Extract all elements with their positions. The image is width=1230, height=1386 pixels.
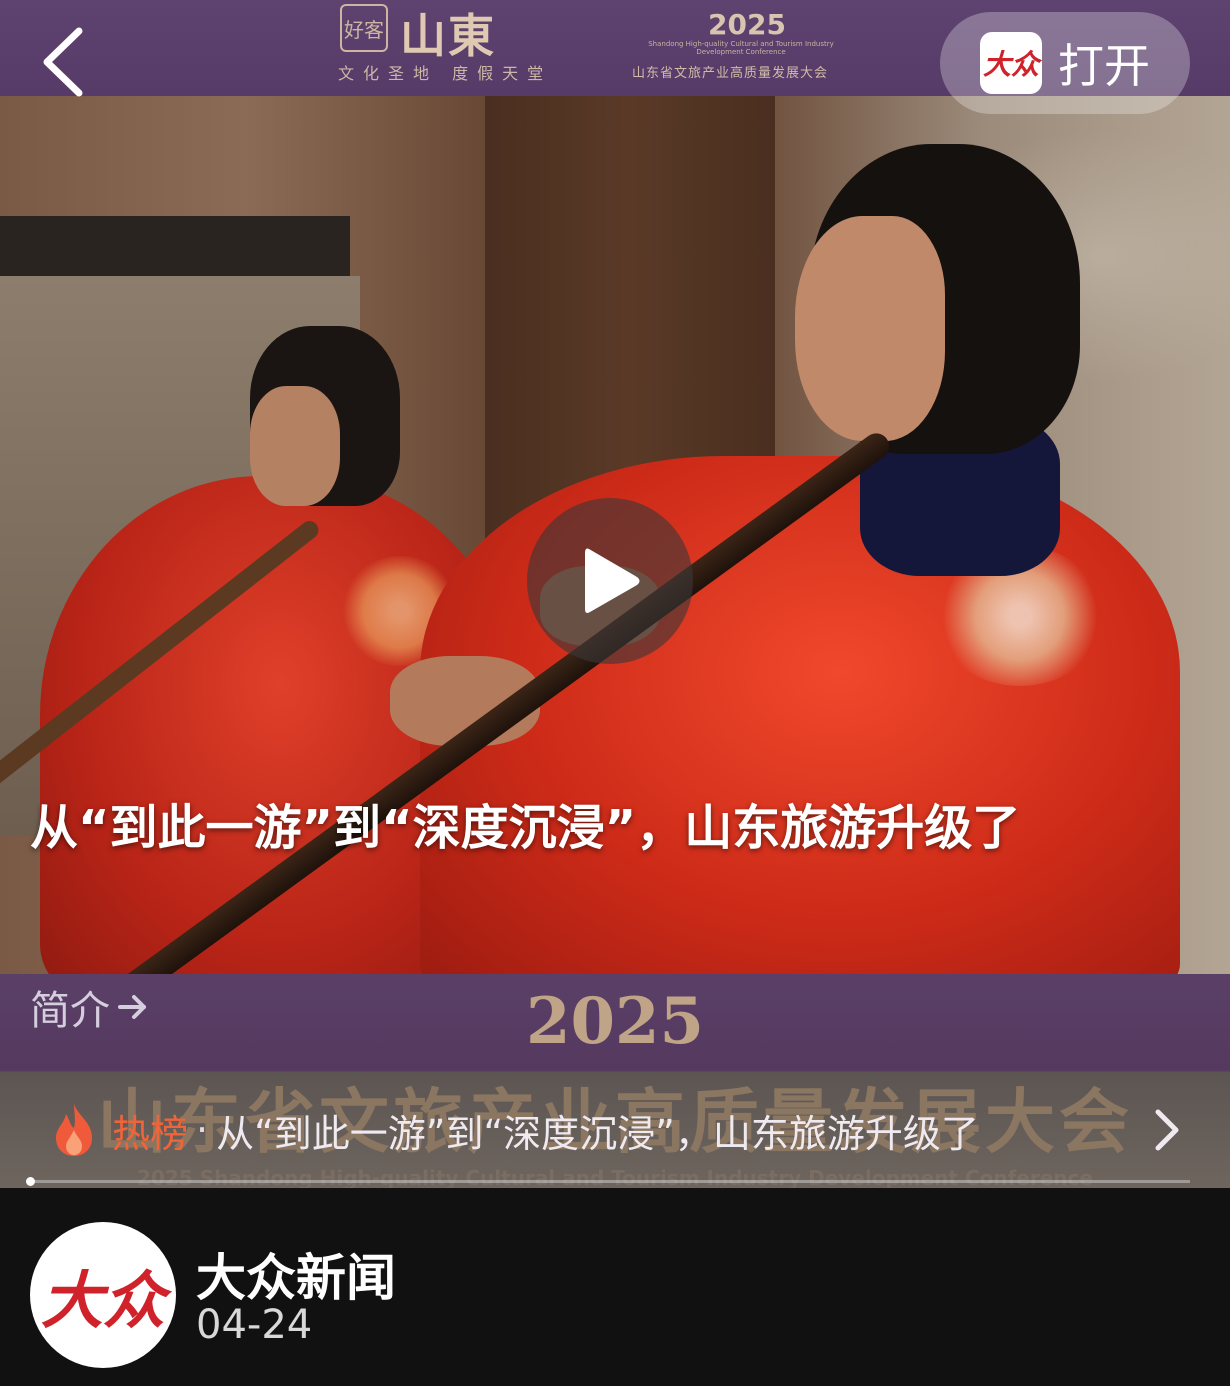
hot-list-row[interactable]: 热榜 · 从“到此一游”到“深度沉浸”，山东旅游升级了 [48, 1098, 1188, 1162]
brand-logo: 山東 [400, 9, 496, 63]
publisher-avatar[interactable]: 大众 [30, 1222, 176, 1368]
open-app-label: 打开 [1058, 39, 1150, 93]
banner-year: 2025 [708, 8, 786, 41]
intro-link[interactable]: 简介 [30, 978, 150, 1036]
publisher-name[interactable]: 大众新闻 [196, 1238, 396, 1310]
brand-seal: 好客 [340, 4, 388, 52]
hot-headline: 从“到此一游”到“深度沉浸”，山东旅游升级了 [216, 1111, 979, 1156]
flame-icon [56, 1104, 92, 1156]
back-button[interactable] [28, 22, 98, 102]
open-app-button[interactable]: 大众 打开 [940, 12, 1190, 114]
progress-handle[interactable] [26, 1177, 35, 1186]
video-title: 从“到此一游”到“深度沉浸”，山东旅游升级了 [30, 800, 1021, 856]
intro-label: 简介 [30, 988, 110, 1034]
video-player[interactable]: 好客 山東 文化圣地 度假天堂 2025 Shandong High-quali… [0, 0, 1230, 1188]
banner-conference-en: Shandong High-quality Cultural and Touri… [648, 40, 834, 56]
arrow-right-icon [118, 995, 146, 1019]
progress-bar[interactable] [30, 1180, 1190, 1183]
publish-date: 04-24 [196, 1302, 313, 1348]
hot-label: 热榜 [112, 1111, 189, 1156]
banner-conference-cn: 山东省文旅产业高质量发展大会 [632, 66, 829, 81]
backdrop-year: 2025 [525, 984, 705, 1059]
backdrop-conference-en: 2025 Shandong High-quality Cultural and … [137, 1166, 1093, 1188]
play-icon [585, 548, 640, 613]
app-logo-icon: 大众 [980, 32, 1042, 94]
chevron-left-icon [43, 27, 83, 97]
brand-motto: 文化圣地 度假天堂 [338, 64, 553, 83]
play-button[interactable] [527, 498, 693, 664]
publisher-bar: 大众 大众新闻 04-24 [0, 1188, 1230, 1386]
hot-separator: · [196, 1108, 209, 1152]
chevron-right-icon [1155, 1109, 1179, 1151]
